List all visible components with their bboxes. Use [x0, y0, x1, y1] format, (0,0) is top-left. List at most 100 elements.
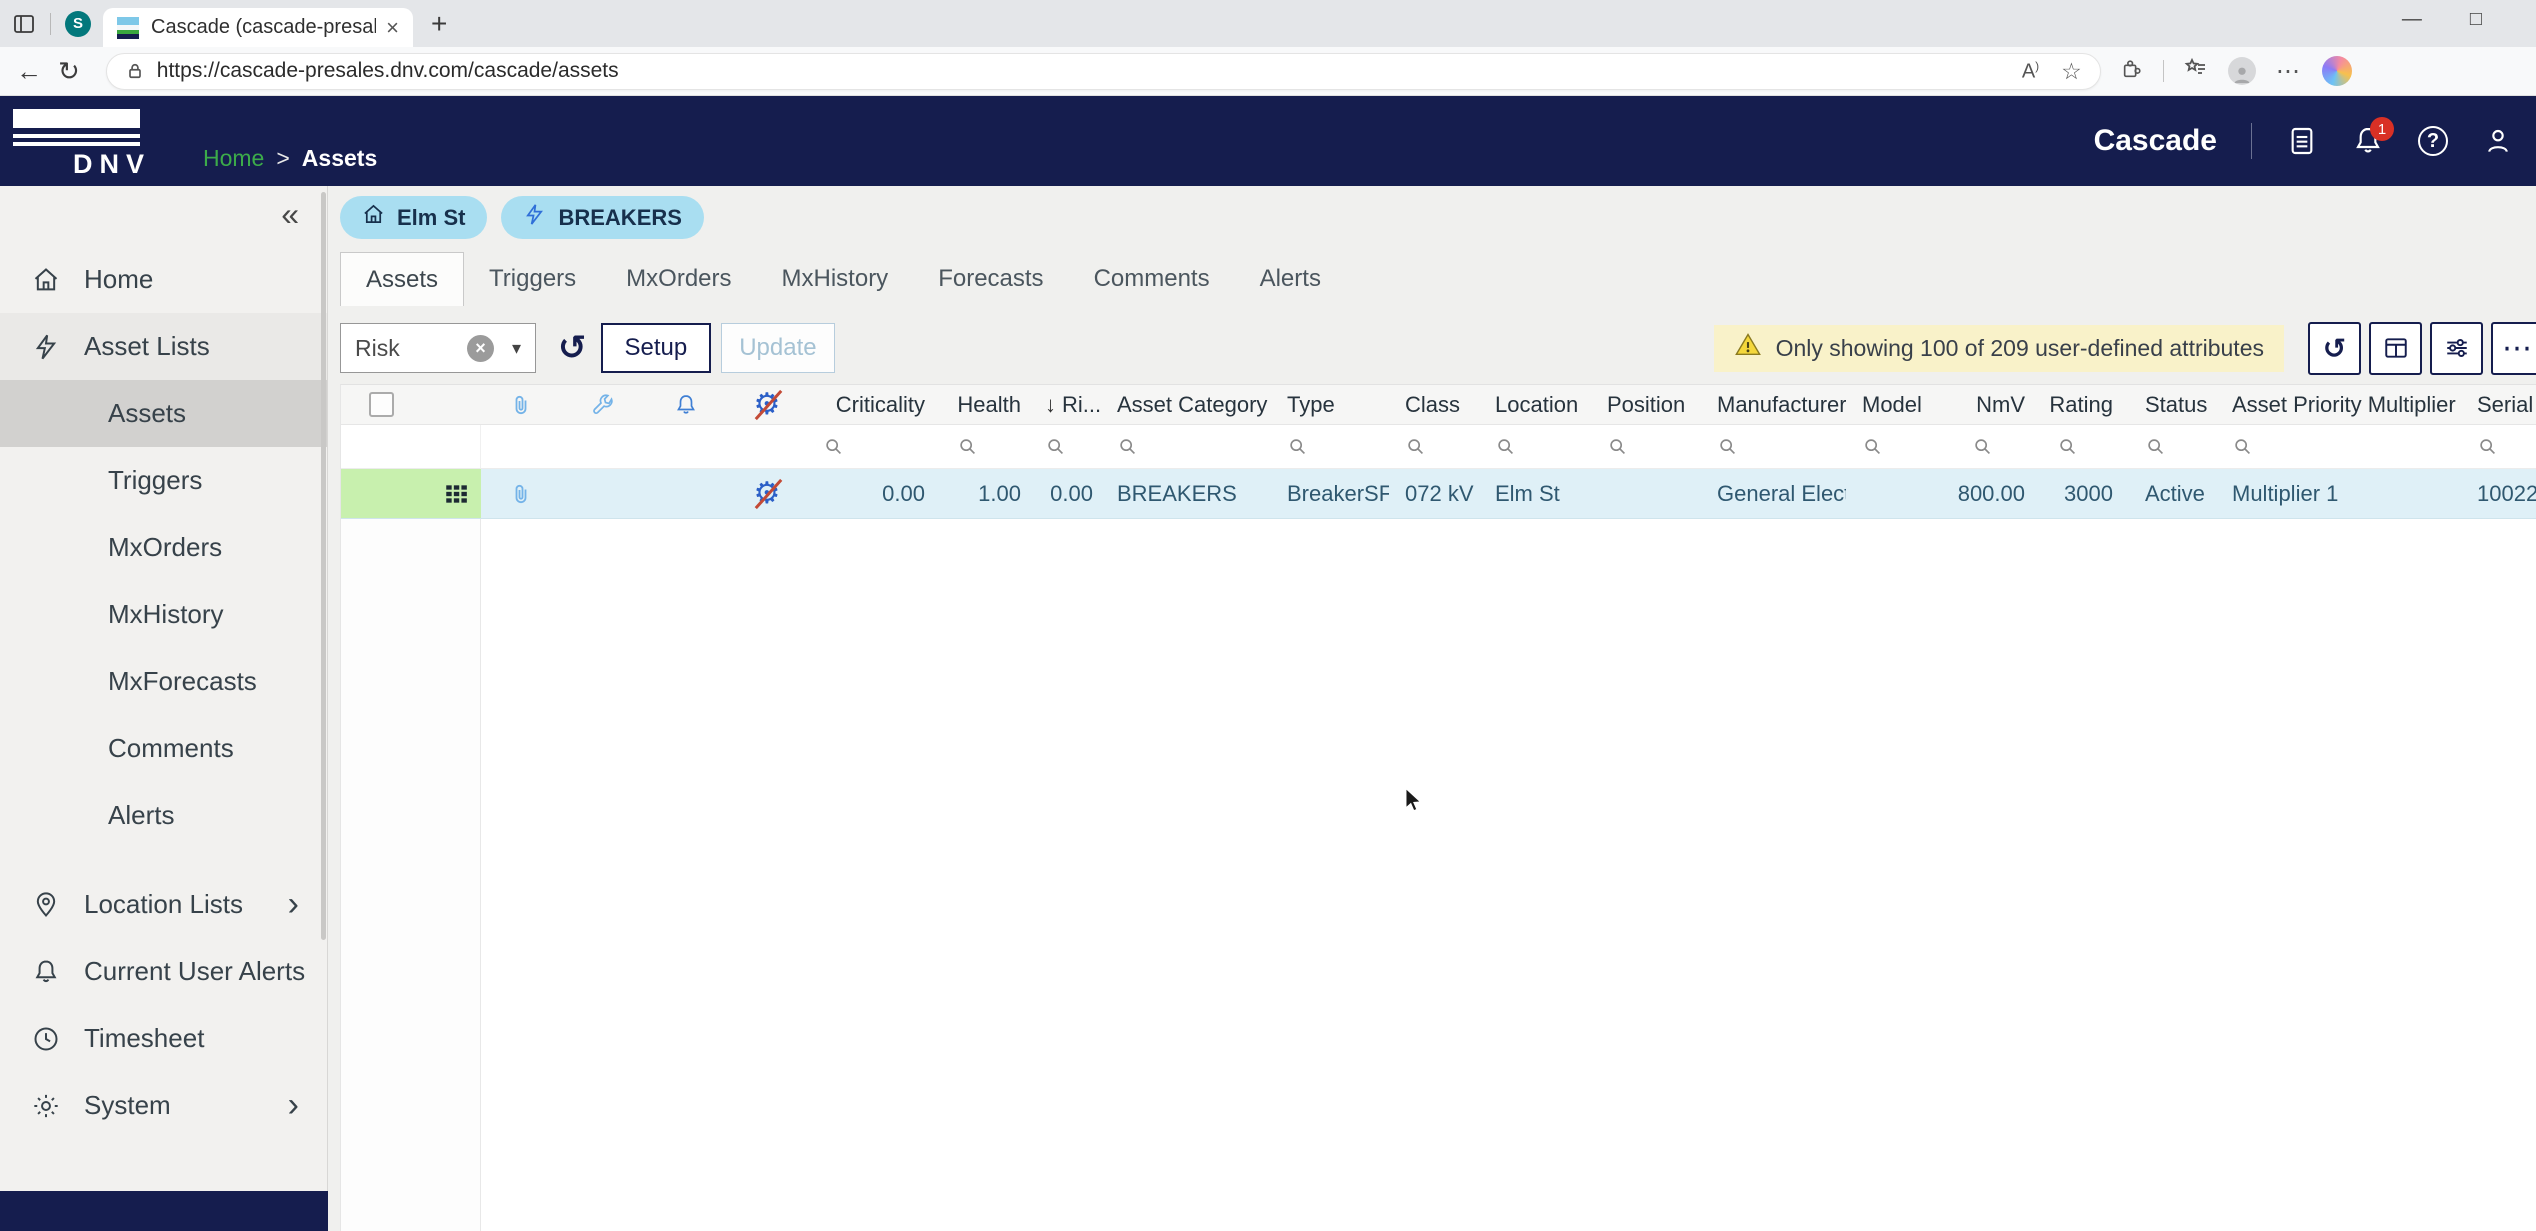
- column-header-criticality[interactable]: Criticality: [807, 385, 941, 424]
- column-header-class[interactable]: Class: [1389, 385, 1479, 424]
- tab-forecasts[interactable]: Forecasts: [913, 252, 1068, 306]
- tab-triggers[interactable]: Triggers: [464, 252, 601, 306]
- filter-chip-location[interactable]: Elm St: [340, 196, 488, 239]
- column-header-status[interactable]: Status: [2129, 385, 2216, 424]
- sidebar-item-timesheet[interactable]: Timesheet: [0, 1005, 327, 1072]
- column-header-rating[interactable]: Rating: [2041, 385, 2129, 424]
- browser-tab-active[interactable]: Cascade (cascade-presales) ×: [103, 8, 413, 47]
- column-header-serial[interactable]: Serial #: [2461, 385, 2536, 424]
- sidebar-item-home[interactable]: Home: [0, 246, 327, 313]
- refresh-icon[interactable]: ↻: [58, 56, 80, 87]
- minimize-button[interactable]: —: [2402, 8, 2422, 31]
- favorites-bar-icon[interactable]: [2184, 57, 2208, 86]
- column-header-health[interactable]: Health: [941, 385, 1037, 424]
- sidebar-item-assets[interactable]: Assets: [0, 380, 327, 447]
- favorite-star-icon[interactable]: ☆: [2061, 58, 2082, 85]
- tab-close-icon[interactable]: ×: [386, 15, 399, 41]
- read-aloud-icon[interactable]: A): [2022, 59, 2039, 84]
- browser-profile-avatar[interactable]: [2227, 57, 2256, 85]
- tab-alerts[interactable]: Alerts: [1235, 252, 1346, 306]
- filter-status[interactable]: [2129, 425, 2216, 468]
- setup-button[interactable]: Setup: [600, 323, 712, 373]
- update-button[interactable]: Update: [721, 323, 835, 373]
- grid-settings-button[interactable]: [2430, 321, 2483, 375]
- row-attachment[interactable]: [481, 469, 561, 518]
- column-header-nmv[interactable]: NmV: [1956, 385, 2041, 424]
- sidebar-item-asset-lists[interactable]: Asset Lists: [0, 313, 327, 380]
- filter-rating[interactable]: [2041, 425, 2129, 468]
- filter-risk[interactable]: [1037, 425, 1101, 468]
- sidebar-item-mxhistory[interactable]: MxHistory: [0, 581, 327, 648]
- column-header-risk[interactable]: ↓ Ri...: [1037, 385, 1101, 424]
- user-profile-icon[interactable]: [2482, 125, 2514, 157]
- filter-model[interactable]: [1846, 425, 1956, 468]
- filter-asset-category[interactable]: [1101, 425, 1271, 468]
- row-handle-cell[interactable]: [341, 469, 481, 518]
- filter-type[interactable]: [1271, 425, 1389, 468]
- filter-serial[interactable]: [2461, 425, 2536, 468]
- url-bar[interactable]: https://cascade-presales.dnv.com/cascade…: [105, 52, 2101, 90]
- column-chooser-button[interactable]: [2369, 321, 2422, 375]
- notifications-bell-icon[interactable]: 1: [2352, 117, 2394, 157]
- grid-header-row: ⚙ Criticality Health ↓ Ri... Asset Categ…: [341, 385, 2536, 425]
- filter-health[interactable]: [941, 425, 1037, 468]
- column-header-position[interactable]: Position: [1591, 385, 1701, 424]
- pinned-tab[interactable]: S: [65, 10, 91, 37]
- grid-reset-button[interactable]: ↺: [2308, 321, 2361, 375]
- filter-nmv[interactable]: [1956, 425, 2041, 468]
- new-tab-button[interactable]: +: [431, 8, 447, 40]
- column-header-asset-category[interactable]: Asset Category: [1101, 385, 1271, 424]
- grid-more-button[interactable]: ⋯: [2491, 321, 2536, 375]
- tab-mxorders[interactable]: MxOrders: [601, 252, 756, 306]
- sidebar-collapse-icon[interactable]: «: [281, 196, 299, 233]
- url-text[interactable]: https://cascade-presales.dnv.com/cascade…: [157, 59, 2022, 83]
- tab-comments[interactable]: Comments: [1069, 252, 1235, 306]
- column-header-model[interactable]: Model: [1846, 385, 1956, 424]
- header-alerts[interactable]: [644, 385, 727, 424]
- dnv-logo[interactable]: DNV: [13, 109, 152, 180]
- sidebar-item-comments[interactable]: Comments: [0, 715, 327, 782]
- sidebar-item-location-lists[interactable]: Location Lists ›: [0, 871, 327, 938]
- sidebar-item-triggers[interactable]: Triggers: [0, 447, 327, 514]
- dnv-logo-text: DNV: [73, 149, 152, 179]
- maximize-button[interactable]: □: [2470, 8, 2482, 31]
- header-mxorders[interactable]: [561, 385, 644, 424]
- tab-workspaces-icon[interactable]: [12, 12, 36, 36]
- filter-manufacturer[interactable]: [1701, 425, 1846, 468]
- browser-menu-icon[interactable]: ⋯: [2276, 57, 2302, 86]
- select-all-checkbox[interactable]: [369, 392, 394, 417]
- sidebar-item-system[interactable]: System ›: [0, 1072, 327, 1139]
- documents-icon[interactable]: [2286, 125, 2318, 157]
- filter-criticality[interactable]: [807, 425, 941, 468]
- sidebar-item-current-user-alerts[interactable]: Current User Alerts: [0, 938, 327, 1005]
- filter-chip-category[interactable]: BREAKERS: [501, 196, 704, 239]
- table-row[interactable]: ⚙ 0.00 1.00 0.00 BREAKERS BreakerSF6 072…: [341, 469, 2536, 519]
- filter-location[interactable]: [1479, 425, 1591, 468]
- sidebar-item-mxforecasts[interactable]: MxForecasts: [0, 648, 327, 715]
- reset-icon[interactable]: ↺: [558, 328, 587, 368]
- tab-mxhistory[interactable]: MxHistory: [757, 252, 914, 306]
- column-header-manufacturer[interactable]: Manufacturer: [1701, 385, 1846, 424]
- filter-asset-priority-multiplier[interactable]: [2216, 425, 2461, 468]
- clear-selection-icon[interactable]: ×: [466, 334, 494, 362]
- row-trigger[interactable]: ⚙: [727, 469, 807, 518]
- sidebar-item-mxorders[interactable]: MxOrders: [0, 514, 327, 581]
- column-header-asset-priority-multiplier[interactable]: Asset Priority Multiplier: [2216, 385, 2461, 424]
- column-header-location[interactable]: Location: [1479, 385, 1591, 424]
- header-attachments[interactable]: [481, 385, 561, 424]
- copilot-icon[interactable]: [2321, 56, 2352, 86]
- tab-assets[interactable]: Assets: [340, 252, 465, 306]
- header-triggers[interactable]: ⚙: [727, 385, 807, 424]
- column-header-type[interactable]: Type: [1271, 385, 1389, 424]
- sidebar-item-alerts[interactable]: Alerts: [0, 782, 327, 849]
- chevron-down-icon[interactable]: ▾: [512, 338, 521, 359]
- filter-position[interactable]: [1591, 425, 1701, 468]
- sidebar-scrollbar[interactable]: [321, 192, 326, 940]
- lock-icon: [125, 61, 145, 81]
- filter-class[interactable]: [1389, 425, 1479, 468]
- extensions-icon[interactable]: [2121, 58, 2143, 85]
- help-icon[interactable]: ?: [2418, 126, 2448, 156]
- breadcrumb-home-link[interactable]: Home: [203, 145, 264, 172]
- profile-select[interactable]: Risk × ▾: [340, 323, 536, 373]
- back-icon[interactable]: ←: [16, 56, 42, 87]
